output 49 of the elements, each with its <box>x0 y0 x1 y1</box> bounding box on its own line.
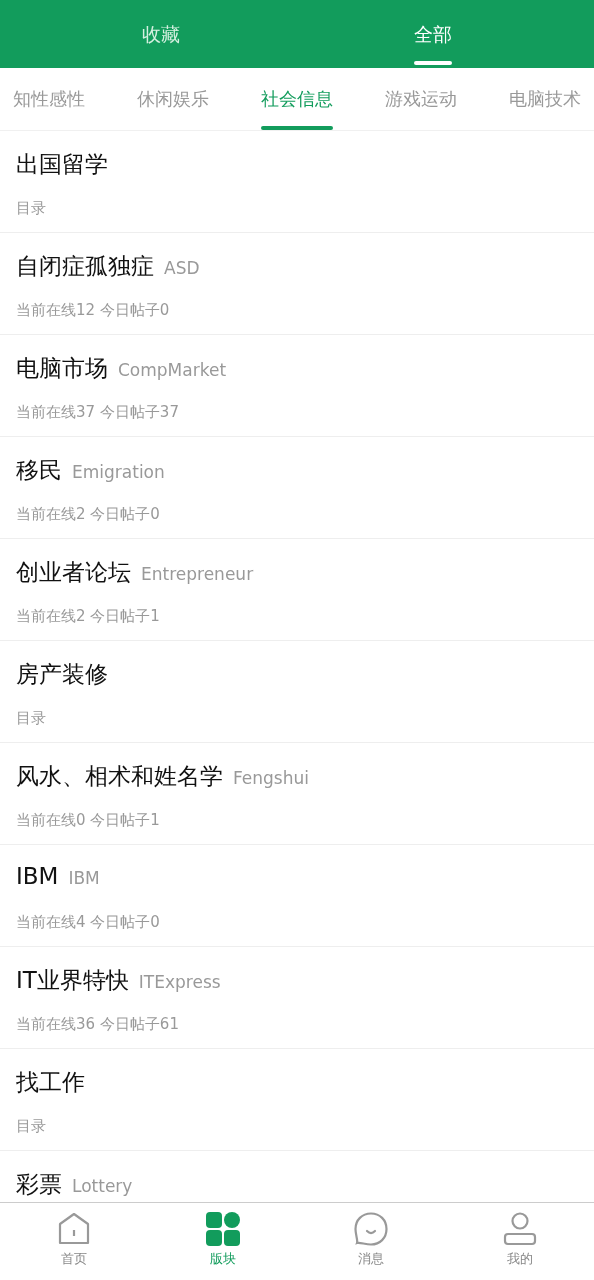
board-item[interactable]: 找工作 目录 <box>0 1049 594 1151</box>
board-stats: 当前在线37 今日帖子37 <box>16 403 180 422</box>
board-stats: 目录 <box>16 1117 47 1136</box>
board-title: 出国留学 <box>16 150 108 179</box>
nav-tab[interactable]: 版块 <box>148 1203 297 1280</box>
board-english-name: Entrepreneur <box>141 564 254 584</box>
board-english-name: Lottery <box>72 1176 133 1196</box>
board-english-name: ASD <box>164 258 200 278</box>
person-icon <box>502 1212 537 1246</box>
category-tab[interactable]: 社会信息 <box>261 68 333 130</box>
board-stats: 当前在线12 今日帖子0 <box>16 301 171 320</box>
board-title: 彩票 <box>16 1170 62 1199</box>
board-stats: 当前在线36 今日帖子61 <box>16 1015 180 1034</box>
board-stats: 当前在线4 今日帖子0 <box>16 913 161 932</box>
board-english-name: ITExpress <box>138 972 221 992</box>
board-item[interactable]: IT业界特快 ITExpress 当前在线36 今日帖子61 <box>0 947 594 1049</box>
nav-tab[interactable]: 我的 <box>445 1203 594 1280</box>
board-title: 移民 <box>16 456 62 485</box>
board-stats: 当前在线2 今日帖子0 <box>16 505 161 524</box>
board-title: 自闭症孤独症 <box>16 252 154 281</box>
board-item[interactable]: 移民 Emigration 当前在线2 今日帖子0 <box>0 437 594 539</box>
board-english-name: Emigration <box>72 462 165 482</box>
board-title: IBM <box>16 863 59 889</box>
board-stats: 当前在线0 今日帖子1 <box>16 811 161 830</box>
board-title: IT业界特快 <box>16 966 129 995</box>
board-item[interactable]: IBM IBM 当前在线4 今日帖子0 <box>0 845 594 947</box>
nav-tab[interactable]: 消息 <box>297 1203 446 1280</box>
board-english-name: Fengshui <box>233 768 309 788</box>
board-english-name: CompMarket <box>118 360 227 380</box>
board-stats: 目录 <box>16 199 47 218</box>
board-item[interactable]: 电脑市场 CompMarket 当前在线37 今日帖子37 <box>0 335 594 437</box>
board-title: 房产装修 <box>16 660 108 689</box>
nav-tab[interactable]: 首页 <box>0 1203 149 1280</box>
board-title: 创业者论坛 <box>16 558 131 587</box>
board-english-name: IBM <box>68 868 100 888</box>
board-stats: 目录 <box>16 709 47 728</box>
home-icon <box>57 1212 92 1246</box>
chat-bubble-icon <box>354 1212 389 1246</box>
board-title: 电脑市场 <box>16 354 108 383</box>
board-item[interactable]: 出国留学 目录 <box>0 131 594 233</box>
top-tab[interactable]: 全部 <box>414 0 452 68</box>
board-item[interactable]: 房产装修 目录 <box>0 641 594 743</box>
board-stats: 当前在线2 今日帖子1 <box>16 607 161 626</box>
board-title: 风水、相术和姓名学 <box>16 762 223 791</box>
grid-icon <box>205 1212 240 1246</box>
board-title: 找工作 <box>16 1068 85 1097</box>
board-item[interactable]: 风水、相术和姓名学 Fengshui 当前在线0 今日帖子1 <box>0 743 594 845</box>
board-item[interactable]: 自闭症孤独症 ASD 当前在线12 今日帖子0 <box>0 233 594 335</box>
board-item[interactable]: 创业者论坛 Entrepreneur 当前在线2 今日帖子1 <box>0 539 594 641</box>
